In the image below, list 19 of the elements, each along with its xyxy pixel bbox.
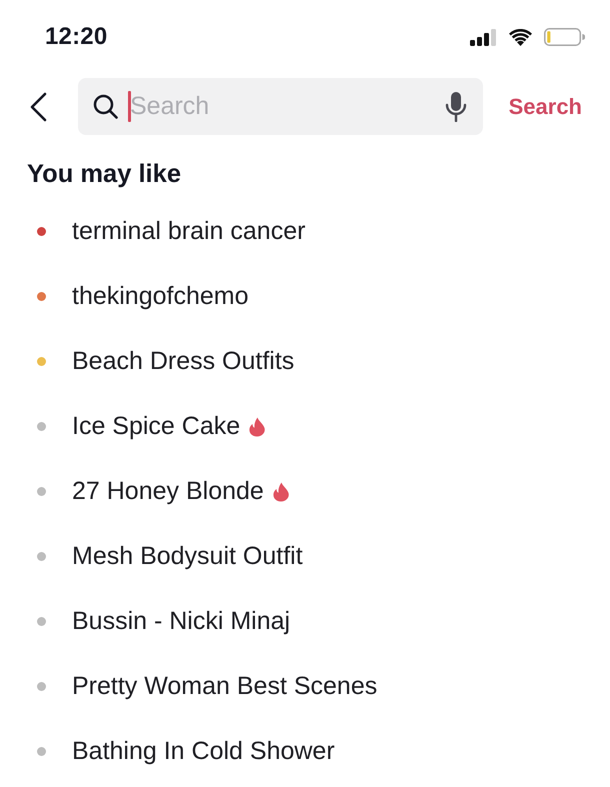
microphone-icon[interactable] bbox=[444, 91, 467, 122]
suggestion-item[interactable]: Bathing In Cold Shower bbox=[72, 737, 335, 766]
suggestion-item[interactable]: Bussin - Nicki Minaj bbox=[72, 607, 290, 636]
suggestion-item[interactable]: terminal brain cancer bbox=[72, 217, 306, 246]
search-field[interactable]: Search bbox=[78, 78, 483, 135]
battery-icon bbox=[544, 28, 585, 46]
status-time: 12:20 bbox=[45, 23, 108, 51]
suggestion-item[interactable]: 27 Honey Blonde bbox=[72, 477, 264, 506]
wifi-icon bbox=[509, 28, 532, 46]
signal-icon bbox=[470, 28, 497, 46]
suggestion-item[interactable]: Mesh Bodysuit Outfit bbox=[72, 542, 303, 571]
search-button[interactable]: Search bbox=[508, 94, 582, 120]
suggestion-item[interactable]: Ice Spice Cake bbox=[72, 412, 240, 441]
suggestion-item[interactable]: thekingofchemo bbox=[72, 282, 249, 311]
suggestion-item[interactable]: Pretty Woman Best Scenes bbox=[72, 672, 378, 701]
back-icon[interactable] bbox=[29, 92, 47, 122]
search-icon bbox=[93, 94, 118, 119]
suggestion-item[interactable]: Beach Dress Outfits bbox=[72, 347, 294, 376]
section-title: You may like bbox=[27, 159, 182, 189]
